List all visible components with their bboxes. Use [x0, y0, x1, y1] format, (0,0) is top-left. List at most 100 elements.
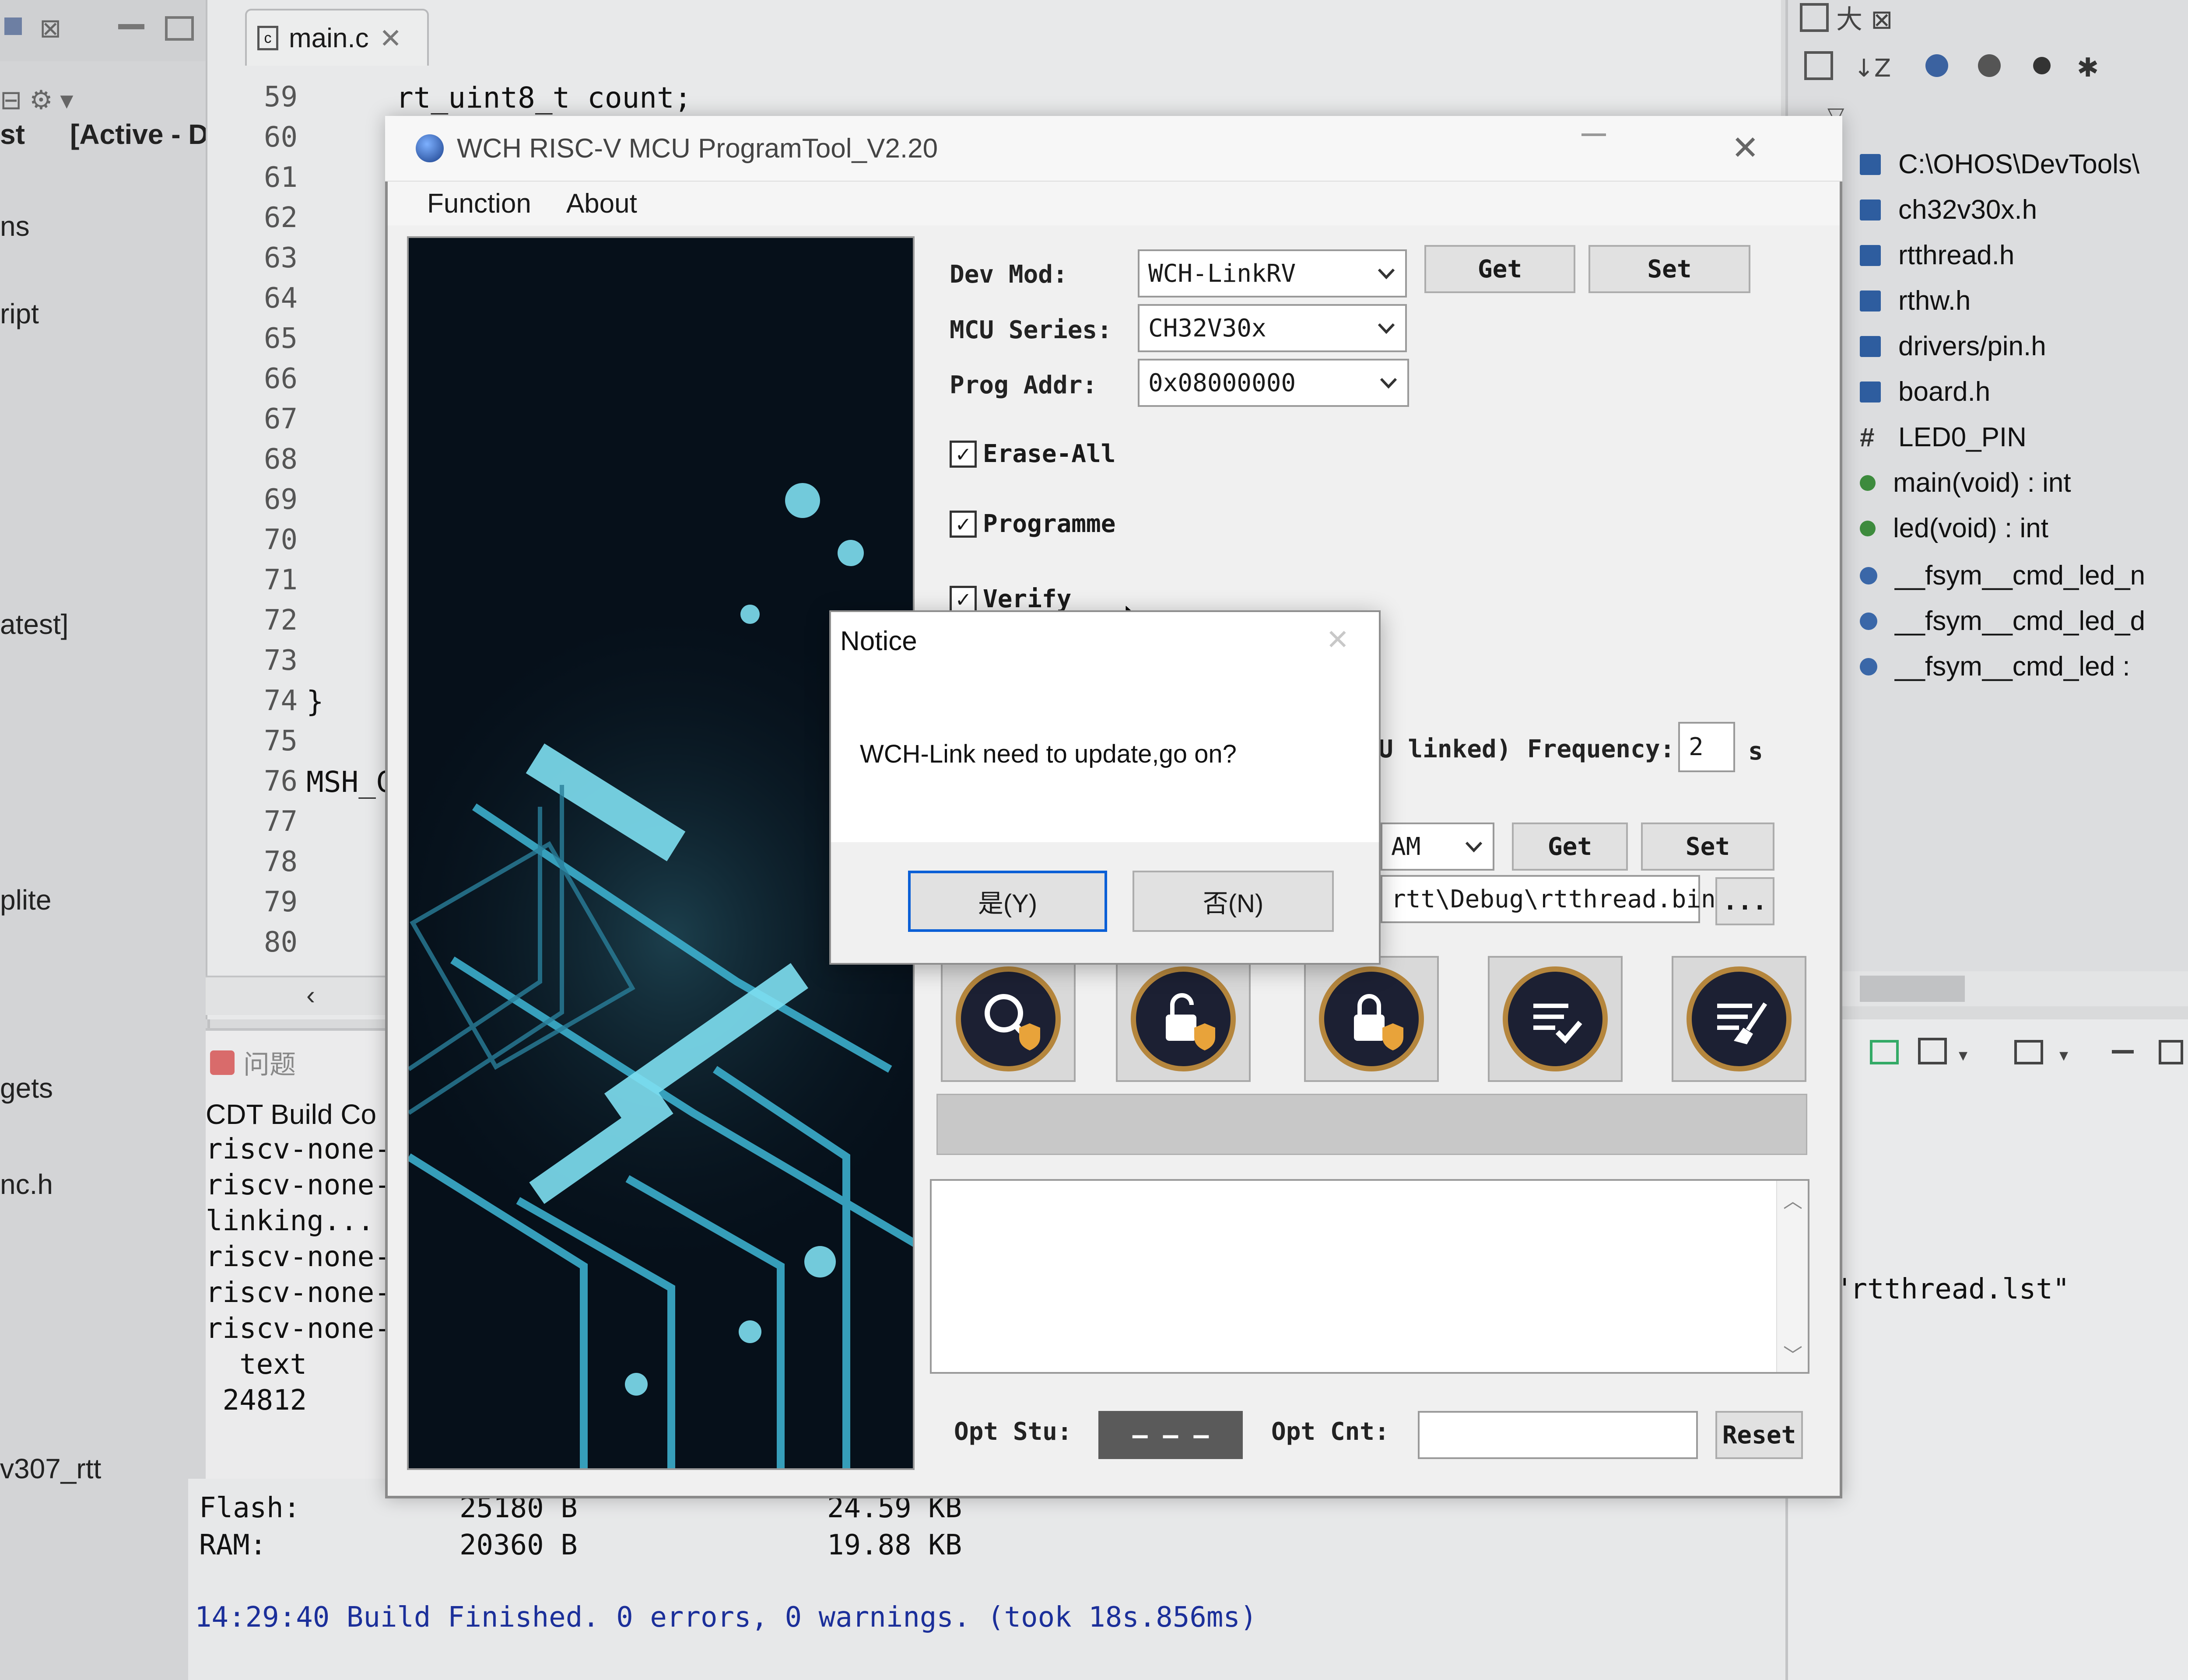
explorer-toolbar-row[interactable]: ⊟ ⚙ ▾: [0, 83, 74, 116]
set-memory-button[interactable]: Set: [1641, 822, 1774, 871]
unprotect-button[interactable]: [1116, 956, 1251, 1082]
file-path-input[interactable]: rtt\Debug\rtthread.bin: [1381, 875, 1716, 923]
outline-item[interactable]: # LED0_PIN: [1860, 422, 2027, 453]
outline-item[interactable]: board.h: [1860, 376, 1990, 407]
memory-select[interactable]: AM: [1381, 822, 1494, 871]
header-icon: [1860, 199, 1881, 220]
no-button[interactable]: 否(N): [1133, 871, 1334, 932]
browse-button[interactable]: ...: [1715, 877, 1774, 925]
outline-item[interactable]: rthw.h: [1860, 285, 1971, 316]
outline-item[interactable]: __fsym__cmd_led_d: [1860, 606, 2145, 637]
get-memory-button[interactable]: Get: [1512, 822, 1628, 871]
explorer-item-fragment[interactable]: v307_rtt: [0, 1452, 101, 1485]
line-number: 63: [263, 242, 298, 274]
outline-item[interactable]: __fsym__cmd_led_n: [1860, 560, 2145, 591]
explorer-toolbar-icons[interactable]: ⊠: [0, 0, 210, 61]
reset-button[interactable]: Reset: [1715, 1411, 1803, 1459]
frequency-unit: s: [1748, 737, 1763, 766]
svg-text:大 ⊠: 大 ⊠: [1836, 4, 1893, 35]
outline-item[interactable]: __fsym__cmd_led :: [1860, 651, 2130, 682]
scroll-up-icon[interactable]: ︿: [1783, 1185, 1802, 1213]
close-icon[interactable]: ✕: [1731, 128, 1759, 167]
dev-mod-value: WCH-LinkRV: [1148, 259, 1296, 288]
project-explorer-panel: [0, 0, 210, 1680]
set-button[interactable]: Set: [1588, 245, 1750, 293]
tab-problems[interactable]: 问题: [210, 1043, 296, 1082]
console-line: riscv-none-: [206, 1241, 391, 1273]
frequency-input[interactable]: 2: [1678, 722, 1735, 772]
console-line: riscv-none-: [206, 1312, 391, 1345]
outline-item-label: drivers/pin.h: [1898, 331, 2046, 361]
log-scrollbar[interactable]: ︿ ﹀: [1776, 1181, 1808, 1372]
log-output[interactable]: ︿ ﹀: [930, 1179, 1809, 1374]
outline-item[interactable]: ch32v30x.h: [1860, 194, 2037, 225]
console-line: riscv-none-: [206, 1169, 391, 1201]
query-button[interactable]: [941, 956, 1076, 1082]
get-button[interactable]: Get: [1424, 245, 1575, 293]
protect-button[interactable]: [1304, 956, 1439, 1082]
opt-cnt-label: Opt Cnt:: [1271, 1418, 1389, 1446]
console-panel-right: ▾ ▾: [1785, 1019, 2188, 1680]
ram-label: RAM:: [199, 1529, 267, 1561]
erase-all-checkbox[interactable]: ✓ Erase-All: [950, 440, 1115, 468]
menu-about[interactable]: About: [566, 188, 637, 219]
outline-item[interactable]: led(void) : int: [1860, 513, 2048, 544]
header-icon: [1860, 290, 1881, 312]
console-toolbar[interactable]: ▾ ▾: [1788, 1019, 2188, 1072]
erase-all-label: Erase-All: [983, 440, 1116, 468]
erase-button[interactable]: [1672, 956, 1806, 1082]
outline-item-label: board.h: [1898, 377, 1991, 407]
editor-horizontal-scrollbar[interactable]: ‹: [206, 976, 394, 1015]
outline-item[interactable]: main(void) : int: [1860, 467, 2071, 498]
explorer-item-fragment[interactable]: st: [0, 118, 25, 150]
problems-tab-label: 问题: [243, 1050, 296, 1079]
scroll-thumb[interactable]: [1860, 976, 1965, 1002]
chevron-down-icon: [1378, 323, 1395, 334]
explorer-item-fragment[interactable]: ns: [0, 210, 30, 242]
menu-function[interactable]: Function: [427, 188, 531, 219]
svg-text:✱: ✱: [2077, 52, 2099, 83]
chevron-down-icon: [1378, 268, 1395, 280]
scroll-left-icon[interactable]: ‹: [306, 980, 315, 1010]
svg-text:▾: ▾: [1959, 1045, 1967, 1065]
outline-item[interactable]: drivers/pin.h: [1860, 331, 2046, 362]
minimize-icon[interactable]: [1581, 133, 1606, 136]
explorer-item-fragment[interactable]: gets: [0, 1072, 53, 1104]
code-line[interactable]: rt_uint8_t count;: [396, 81, 692, 115]
line-number: 64: [263, 282, 298, 315]
outline-horizontal-scrollbar[interactable]: [1838, 971, 2188, 1006]
explorer-item-fragment[interactable]: nc.h: [0, 1168, 53, 1200]
mcu-series-select[interactable]: CH32V30x: [1138, 304, 1407, 352]
explorer-item-fragment[interactable]: plite: [0, 884, 51, 916]
verify-checkbox[interactable]: ✓ Verify: [950, 585, 1071, 613]
tab-main-c[interactable]: c main.c ✕: [245, 9, 429, 66]
outline-item-label: LED0_PIN: [1898, 422, 2027, 452]
scroll-down-icon[interactable]: ﹀: [1783, 1340, 1802, 1368]
console-line: riscv-none-: [206, 1133, 391, 1166]
line-number: 68: [263, 443, 298, 476]
code-line[interactable]: MSH_C: [306, 765, 393, 799]
line-number: 77: [263, 805, 298, 838]
line-number: 73: [263, 644, 298, 677]
programme-checkbox[interactable]: ✓ Programme: [950, 510, 1115, 538]
prog-addr-select[interactable]: 0x08000000: [1138, 359, 1409, 407]
dev-mod-select[interactable]: WCH-LinkRV: [1138, 249, 1407, 298]
programtool-titlebar: WCH RISC-V MCU ProgramTool_V2.20 ✕: [385, 116, 1842, 182]
line-number: 61: [263, 161, 298, 194]
checkmark-icon: ✓: [950, 510, 977, 538]
close-icon[interactable]: ✕: [379, 22, 402, 54]
yes-button[interactable]: 是(Y): [908, 871, 1107, 932]
outline-toolbar[interactable]: 大 ⊠ ↓Z ✱ ▽: [1788, 0, 2188, 128]
explorer-active-fragment[interactable]: [Active - D: [70, 118, 209, 150]
outline-item-label: C:\OHOS\DevTools\: [1898, 149, 2140, 179]
window-title: WCH RISC-V MCU ProgramTool_V2.20: [457, 133, 938, 164]
download-verify-button[interactable]: [1488, 956, 1623, 1082]
code-line[interactable]: }: [306, 685, 324, 718]
outline-item[interactable]: C:\OHOS\DevTools\: [1860, 149, 2139, 180]
explorer-item-fragment[interactable]: atest]: [0, 608, 69, 640]
outline-item[interactable]: rtthread.h: [1860, 240, 2014, 271]
close-icon[interactable]: ✕: [1326, 623, 1350, 656]
explorer-item-fragment[interactable]: ript: [0, 298, 39, 330]
checkmark-icon: ✓: [950, 440, 977, 468]
line-number: 74: [263, 685, 298, 717]
